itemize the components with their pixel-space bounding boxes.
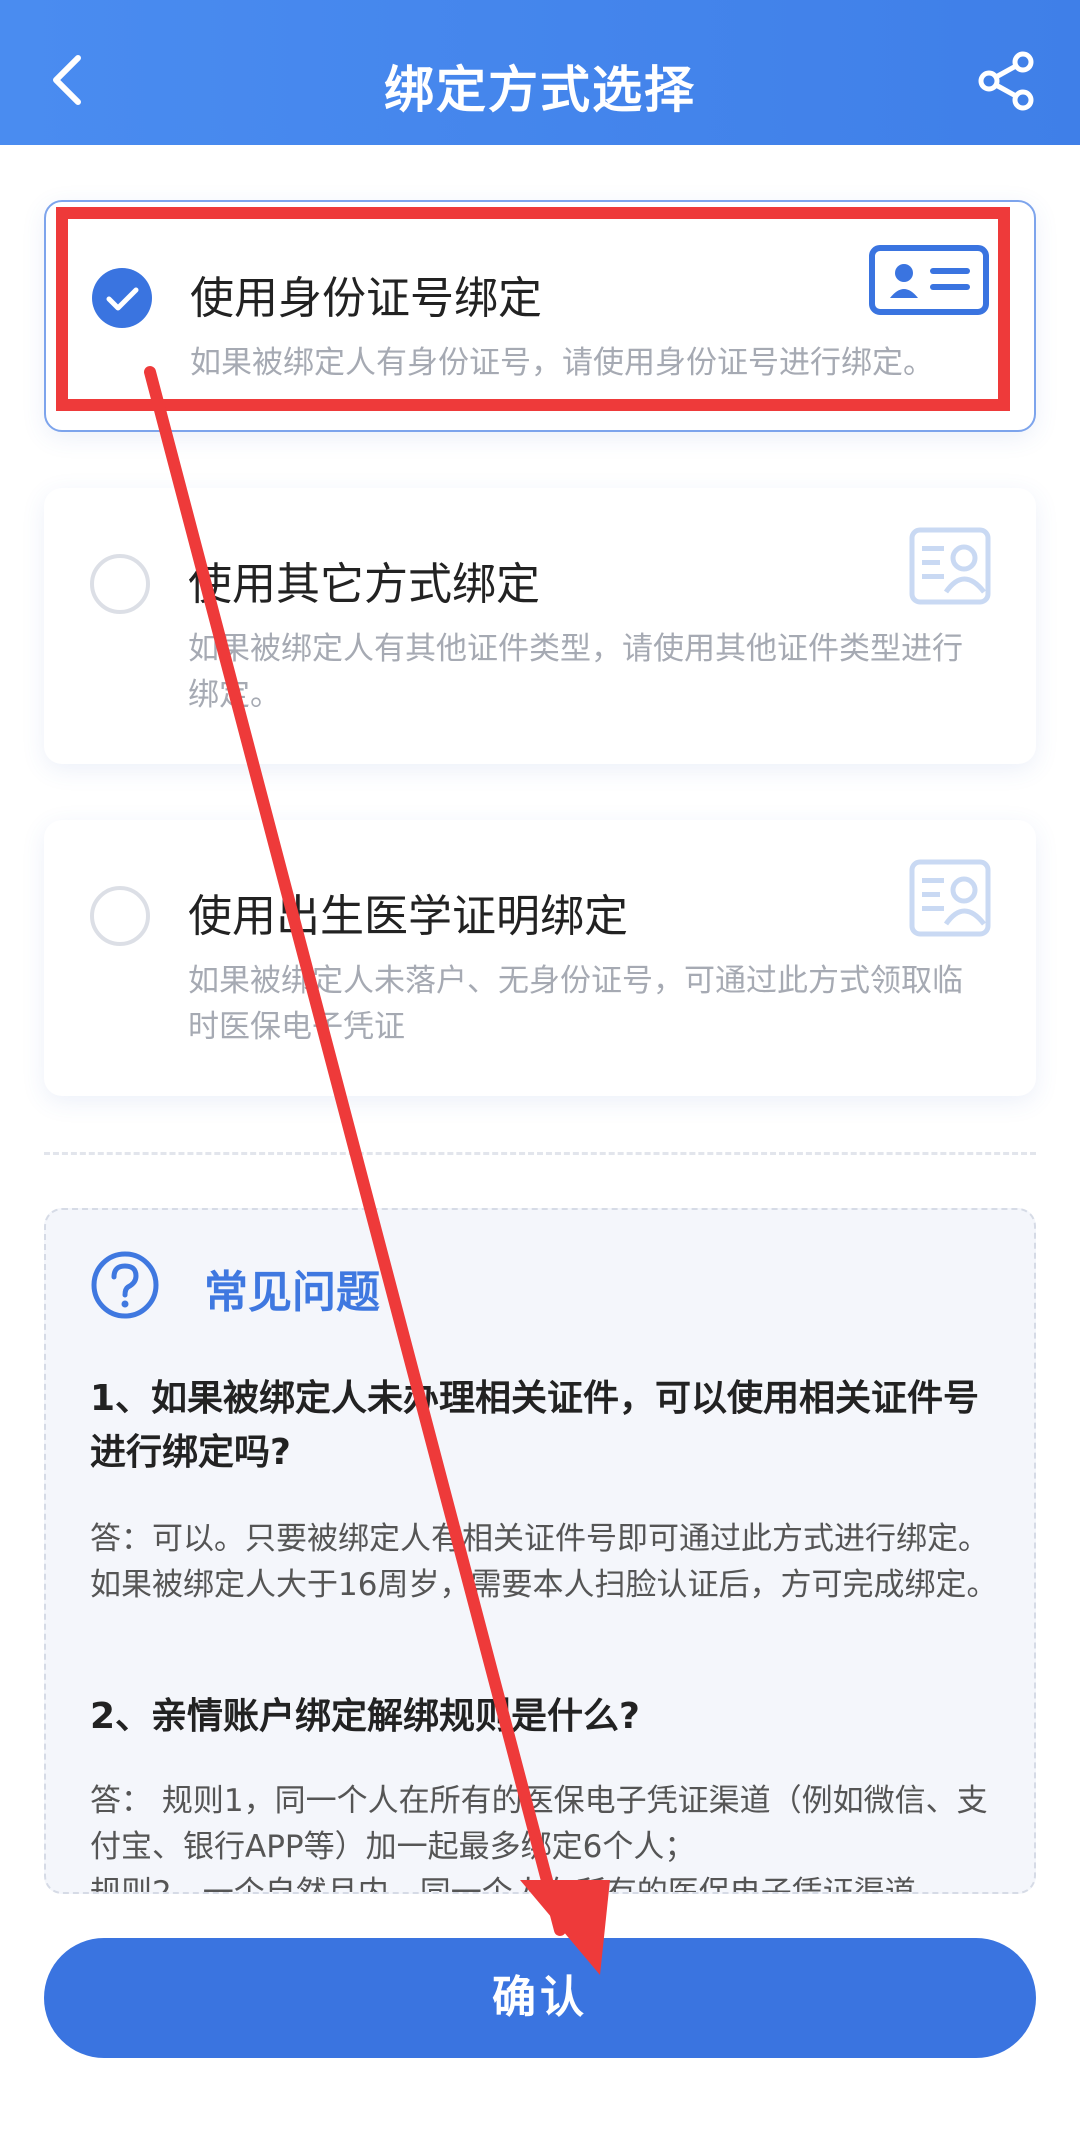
app-header: 绑定方式选择	[0, 0, 1080, 145]
faq-question: 1、如果被绑定人未办理相关证件，可以使用相关证件号进行绑定吗?	[90, 1378, 980, 1473]
annotation-highlight-box	[56, 207, 1010, 411]
faq-answer: 答： 规则1，同一个人在所有的医保电子凭证渠道（例如微信、支付宝、银行APP等）…	[90, 1783, 988, 1865]
radio-unchecked-icon[interactable]	[90, 554, 150, 614]
option-birth-certificate[interactable]: 使用出生医学证明绑定 如果被绑定人未落户、无身份证号，可通过此方式领取临时医保电…	[44, 820, 1036, 1096]
faq-answer-continued: 规则2，一个自然月内，同一个人在所有的医保电子凭证渠道	[90, 1875, 916, 1894]
faq-section[interactable]: 常见问题 1、如果被绑定人未办理相关证件，可以使用相关证件号进行绑定吗? 答：可…	[44, 1208, 1036, 1894]
option-title: 使用出生医学证明绑定	[188, 891, 628, 942]
faq-question: 2、亲情账户绑定解绑规则是什么?	[90, 1696, 640, 1737]
option-other-method[interactable]: 使用其它方式绑定 如果被绑定人有其他证件类型，请使用其他证件类型进行绑定。	[44, 488, 1036, 764]
option-title: 使用其它方式绑定	[188, 559, 540, 610]
option-description: 如果被绑定人未落户、无身份证号，可通过此方式领取临时医保电子凭证	[188, 963, 963, 1045]
faq-answer: 答：可以。只要被绑定人有相关证件号即可通过此方式进行绑定。如果被绑定人大于16周…	[90, 1521, 998, 1603]
confirm-button[interactable]: 确认	[44, 1938, 1036, 2058]
option-description: 如果被绑定人有其他证件类型，请使用其他证件类型进行绑定。	[188, 631, 963, 713]
radio-unchecked-icon[interactable]	[90, 886, 150, 946]
divider	[44, 1152, 1036, 1155]
document-user-icon	[908, 858, 992, 948]
document-user-icon	[908, 526, 992, 616]
share-icon[interactable]	[976, 50, 1038, 112]
faq-title: 常见问题	[204, 1267, 380, 1318]
page-title: 绑定方式选择	[384, 61, 696, 119]
question-circle-icon	[90, 1250, 160, 1320]
